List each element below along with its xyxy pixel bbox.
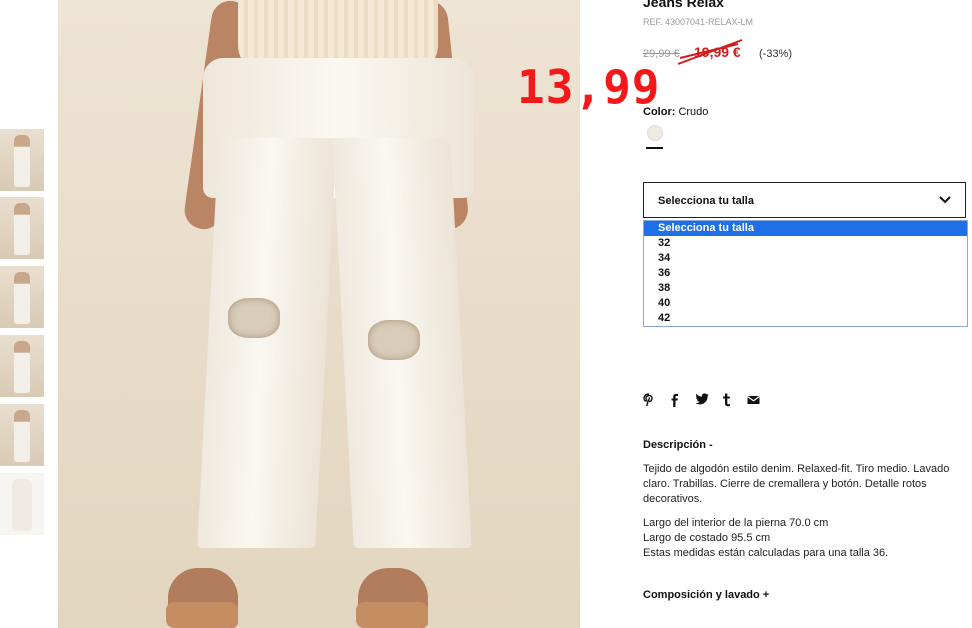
color-swatch-crudo[interactable] bbox=[647, 125, 663, 141]
thumbnail-2[interactable] bbox=[0, 197, 44, 259]
twitter-icon[interactable] bbox=[695, 393, 721, 409]
product-title: Jeans Relax bbox=[643, 0, 724, 10]
thumbnail-5[interactable] bbox=[0, 404, 44, 466]
size-select[interactable]: Selecciona tu talla bbox=[643, 182, 966, 218]
product-ref: REF. 43007041-RELAX-LM bbox=[643, 17, 754, 27]
size-option[interactable]: Selecciona tu talla bbox=[644, 221, 967, 236]
thumbnail-6[interactable] bbox=[0, 473, 44, 535]
color-row: Color: Crudo bbox=[643, 106, 708, 118]
color-label: Color: bbox=[643, 106, 676, 118]
composition-toggle[interactable]: Composición y lavado + bbox=[643, 589, 769, 601]
color-value: Crudo bbox=[678, 106, 709, 118]
measure-inseam: Largo del interior de la pierna 70.0 cm bbox=[643, 517, 829, 529]
size-option[interactable]: 34 bbox=[644, 251, 967, 266]
size-select-label: Selecciona tu talla bbox=[658, 195, 754, 207]
facebook-icon[interactable] bbox=[669, 393, 695, 409]
thumbnail-4[interactable] bbox=[0, 335, 44, 397]
overlay-price-annotation: 13,99 bbox=[517, 60, 661, 114]
description-toggle[interactable]: Descripción - bbox=[643, 439, 713, 451]
tumblr-icon[interactable] bbox=[721, 393, 747, 409]
size-option[interactable]: 42 bbox=[644, 311, 967, 326]
share-bar bbox=[643, 393, 773, 409]
strike-scribble bbox=[677, 39, 743, 65]
product-main-image[interactable] bbox=[58, 0, 580, 628]
thumbnail-3[interactable] bbox=[0, 266, 44, 328]
chevron-down-icon bbox=[939, 196, 951, 204]
swatch-selected-indicator bbox=[646, 147, 663, 149]
description-text: Tejido de algodón estilo denim. Relaxed-… bbox=[643, 463, 950, 505]
thumbnail-strip bbox=[0, 0, 48, 628]
discount-badge: (-33%) bbox=[759, 48, 793, 60]
mail-icon[interactable] bbox=[747, 393, 773, 409]
size-option[interactable]: 32 bbox=[644, 236, 967, 251]
size-options-list: Selecciona tu talla 32 34 36 38 40 42 bbox=[643, 220, 968, 327]
thumbnail-1[interactable] bbox=[0, 129, 44, 191]
old-price: 29,99 € bbox=[643, 48, 680, 60]
description-body: Tejido de algodón estilo denim. Relaxed-… bbox=[643, 462, 968, 561]
size-option[interactable]: 40 bbox=[644, 296, 967, 311]
measure-note: Estas medidas están calculadas para una … bbox=[643, 547, 889, 559]
pinterest-icon[interactable] bbox=[643, 393, 669, 409]
measure-outseam: Largo de costado 95.5 cm bbox=[643, 532, 771, 544]
size-option[interactable]: 38 bbox=[644, 281, 967, 296]
size-option[interactable]: 36 bbox=[644, 266, 967, 281]
